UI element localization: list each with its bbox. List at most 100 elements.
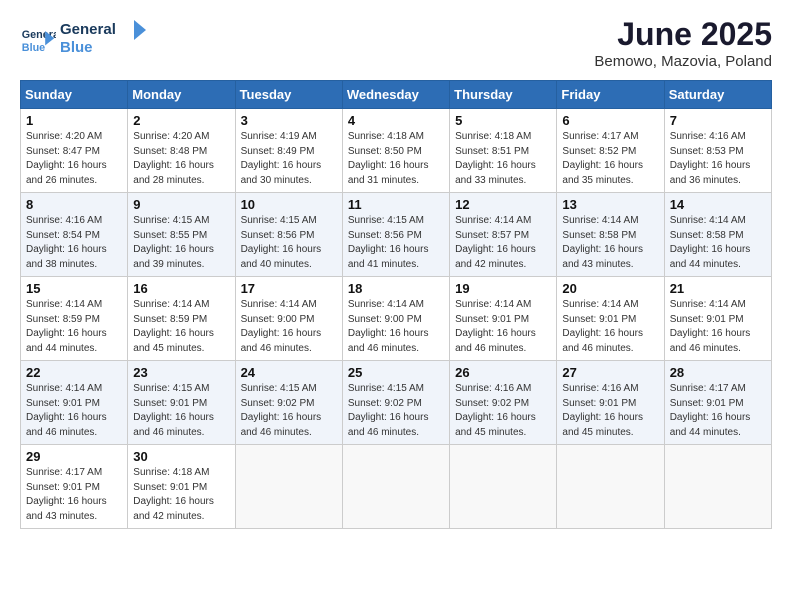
header-friday: Friday [557, 81, 664, 109]
day-number: 26 [455, 365, 551, 380]
day-info: Sunrise: 4:14 AM Sunset: 8:58 PM Dayligh… [562, 214, 658, 272]
table-row: 12Sunrise: 4:14 AM Sunset: 8:57 PM Dayli… [450, 193, 557, 277]
day-number: 17 [241, 281, 337, 296]
day-number: 15 [26, 281, 122, 296]
day-number: 30 [133, 449, 229, 464]
day-info: Sunrise: 4:17 AM Sunset: 9:01 PM Dayligh… [670, 382, 766, 440]
table-row: 28 Sunrise: 4:17 AM Sunset: 9:01 PM Dayli… [664, 361, 771, 445]
table-row [664, 445, 771, 529]
day-number: 20 [562, 281, 658, 296]
day-number: 18 [348, 281, 444, 296]
day-info: Sunrise: 4:16 AM Sunset: 9:01 PM Dayligh… [562, 382, 658, 440]
day-number: 14 [670, 197, 766, 212]
day-info: Sunrise: 4:15 AM Sunset: 8:56 PM Dayligh… [348, 214, 444, 272]
day-number: 4 [348, 113, 444, 128]
table-row: 14 Sunrise: 4:14 AM Sunset: 8:58 PM Dayli… [664, 193, 771, 277]
day-info: Sunrise: 4:17 AM Sunset: 9:01 PM Dayligh… [26, 466, 122, 524]
header-saturday: Saturday [664, 81, 771, 109]
table-row [557, 445, 664, 529]
day-info: Sunrise: 4:14 AM Sunset: 8:58 PM Dayligh… [670, 214, 766, 272]
table-row: 3 Sunrise: 4:19 AM Sunset: 8:49 PM Daylig… [235, 109, 342, 193]
day-number: 16 [133, 281, 229, 296]
calendar-week-row: 8 Sunrise: 4:16 AM Sunset: 8:54 PM Daylig… [21, 193, 772, 277]
day-info: Sunrise: 4:17 AM Sunset: 8:52 PM Dayligh… [562, 130, 658, 188]
day-info: Sunrise: 4:14 AM Sunset: 9:00 PM Dayligh… [348, 298, 444, 356]
logo-svg: General Blue [60, 16, 150, 58]
day-info: Sunrise: 4:14 AM Sunset: 9:01 PM Dayligh… [670, 298, 766, 356]
calendar-week-row: 15 Sunrise: 4:14 AM Sunset: 8:59 PM Dayli… [21, 277, 772, 361]
day-number: 13 [562, 197, 658, 212]
header-wednesday: Wednesday [342, 81, 449, 109]
table-row: 11 Sunrise: 4:15 AM Sunset: 8:56 PM Dayli… [342, 193, 449, 277]
day-number: 9 [133, 197, 229, 212]
table-row: 18 Sunrise: 4:14 AM Sunset: 9:00 PM Dayli… [342, 277, 449, 361]
table-row: 29 Sunrise: 4:17 AM Sunset: 9:01 PM Dayli… [21, 445, 128, 529]
svg-text:Blue: Blue [60, 39, 93, 56]
weekday-header-row: Sunday Monday Tuesday Wednesday Thursday… [21, 81, 772, 109]
day-info: Sunrise: 4:18 AM Sunset: 8:50 PM Dayligh… [348, 130, 444, 188]
day-info: Sunrise: 4:16 AM Sunset: 8:53 PM Dayligh… [670, 130, 766, 188]
day-number: 7 [670, 113, 766, 128]
day-info: Sunrise: 4:14 AM Sunset: 8:59 PM Dayligh… [133, 298, 229, 356]
day-number: 8 [26, 197, 122, 212]
day-info: Sunrise: 4:18 AM Sunset: 8:51 PM Dayligh… [455, 130, 551, 188]
calendar-subtitle: Bemowo, Mazovia, Poland [594, 53, 772, 70]
title-block: June 2025 Bemowo, Mazovia, Poland [594, 16, 772, 70]
day-info: Sunrise: 4:14 AM Sunset: 9:01 PM Dayligh… [26, 382, 122, 440]
day-number: 28 [670, 365, 766, 380]
day-number: 24 [241, 365, 337, 380]
table-row: 27 Sunrise: 4:16 AM Sunset: 9:01 PM Dayli… [557, 361, 664, 445]
page: General Blue General Blue June 2025 Bemo… [0, 0, 792, 612]
table-row: 25 Sunrise: 4:15 AM Sunset: 9:02 PM Dayli… [342, 361, 449, 445]
svg-text:General: General [60, 21, 116, 38]
table-row: 6Sunrise: 4:17 AM Sunset: 8:52 PM Daylig… [557, 109, 664, 193]
table-row: 2Sunrise: 4:20 AM Sunset: 8:48 PM Daylig… [128, 109, 235, 193]
table-row: 26 Sunrise: 4:16 AM Sunset: 9:02 PM Dayli… [450, 361, 557, 445]
table-row: 8 Sunrise: 4:16 AM Sunset: 8:54 PM Daylig… [21, 193, 128, 277]
table-row: 21Sunrise: 4:14 AM Sunset: 9:01 PM Dayli… [664, 277, 771, 361]
day-number: 25 [348, 365, 444, 380]
table-row: 22 Sunrise: 4:14 AM Sunset: 9:01 PM Dayli… [21, 361, 128, 445]
day-info: Sunrise: 4:15 AM Sunset: 8:56 PM Dayligh… [241, 214, 337, 272]
header-tuesday: Tuesday [235, 81, 342, 109]
day-info: Sunrise: 4:14 AM Sunset: 9:00 PM Dayligh… [241, 298, 337, 356]
table-row [235, 445, 342, 529]
table-row [450, 445, 557, 529]
day-info: Sunrise: 4:16 AM Sunset: 8:54 PM Dayligh… [26, 214, 122, 272]
logo: General Blue General Blue [20, 16, 150, 63]
table-row: 15Sunrise: 4:14 AM Sunset: 8:59 PM Dayli… [21, 277, 128, 361]
calendar-week-row: 22 Sunrise: 4:14 AM Sunset: 9:01 PM Dayli… [21, 361, 772, 445]
day-number: 23 [133, 365, 229, 380]
day-info: Sunrise: 4:19 AM Sunset: 8:49 PM Dayligh… [241, 130, 337, 188]
day-number: 29 [26, 449, 122, 464]
day-number: 27 [562, 365, 658, 380]
day-number: 3 [241, 113, 337, 128]
table-row: 19Sunrise: 4:14 AM Sunset: 9:01 PM Dayli… [450, 277, 557, 361]
table-row: 17 Sunrise: 4:14 AM Sunset: 9:00 PM Dayli… [235, 277, 342, 361]
day-info: Sunrise: 4:20 AM Sunset: 8:47 PM Dayligh… [26, 130, 122, 188]
day-info: Sunrise: 4:14 AM Sunset: 9:01 PM Dayligh… [455, 298, 551, 356]
header-monday: Monday [128, 81, 235, 109]
day-info: Sunrise: 4:20 AM Sunset: 8:48 PM Dayligh… [133, 130, 229, 188]
table-row: 4 Sunrise: 4:18 AM Sunset: 8:50 PM Daylig… [342, 109, 449, 193]
calendar-week-row: 1 Sunrise: 4:20 AM Sunset: 8:47 PM Daylig… [21, 109, 772, 193]
table-row: 23 Sunrise: 4:15 AM Sunset: 9:01 PM Dayli… [128, 361, 235, 445]
day-info: Sunrise: 4:15 AM Sunset: 9:02 PM Dayligh… [241, 382, 337, 440]
generalblue-logo-icon: General Blue [20, 22, 56, 58]
svg-text:Blue: Blue [22, 41, 45, 53]
header: General Blue General Blue June 2025 Bemo… [20, 16, 772, 70]
header-thursday: Thursday [450, 81, 557, 109]
day-info: Sunrise: 4:14 AM Sunset: 8:57 PM Dayligh… [455, 214, 551, 272]
calendar-table: Sunday Monday Tuesday Wednesday Thursday… [20, 80, 772, 529]
day-info: Sunrise: 4:15 AM Sunset: 9:02 PM Dayligh… [348, 382, 444, 440]
day-info: Sunrise: 4:15 AM Sunset: 8:55 PM Dayligh… [133, 214, 229, 272]
day-number: 1 [26, 113, 122, 128]
day-number: 11 [348, 197, 444, 212]
day-number: 22 [26, 365, 122, 380]
day-info: Sunrise: 4:15 AM Sunset: 9:01 PM Dayligh… [133, 382, 229, 440]
table-row: 5Sunrise: 4:18 AM Sunset: 8:51 PM Daylig… [450, 109, 557, 193]
header-sunday: Sunday [21, 81, 128, 109]
table-row [342, 445, 449, 529]
day-info: Sunrise: 4:16 AM Sunset: 9:02 PM Dayligh… [455, 382, 551, 440]
table-row: 13 Sunrise: 4:14 AM Sunset: 8:58 PM Dayli… [557, 193, 664, 277]
